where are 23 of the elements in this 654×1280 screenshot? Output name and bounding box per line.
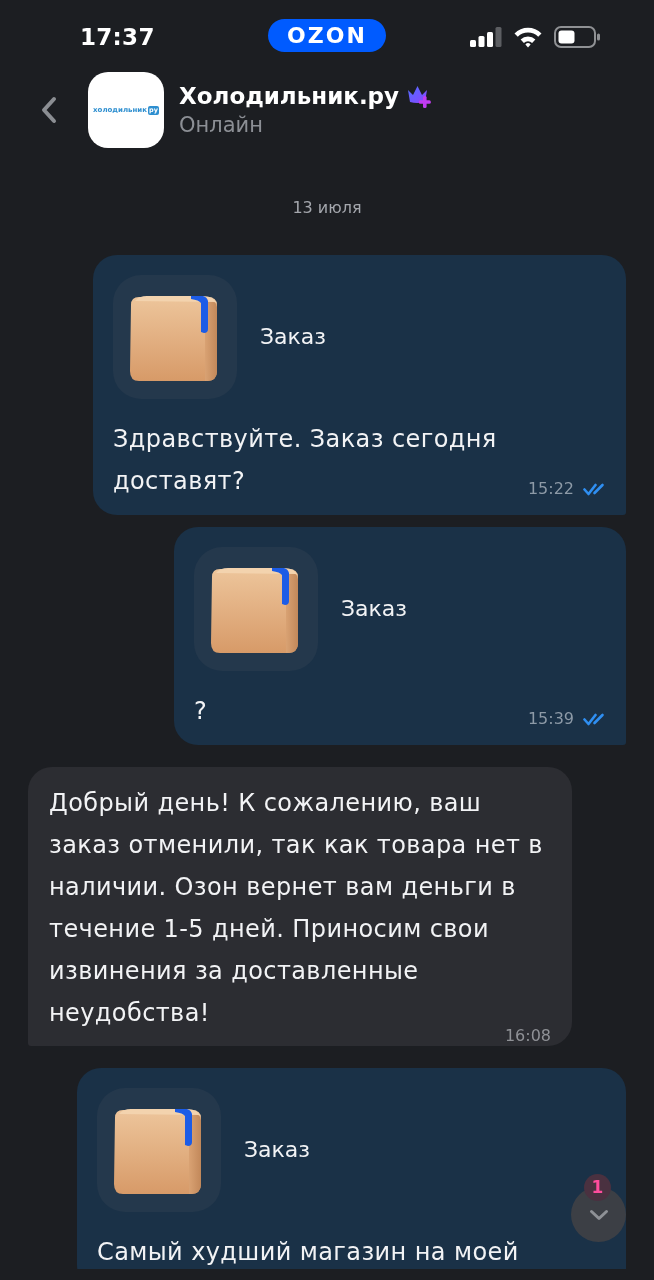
message-text: Самый худший магазин на моей [97, 1238, 519, 1266]
battery-icon [554, 26, 600, 48]
package-icon [97, 1088, 221, 1212]
status-time: 17:37 [80, 23, 155, 51]
order-title: Заказ [244, 1136, 311, 1164]
message-time: 15:22 [527, 480, 574, 498]
chat-name: Холодильник.ру [179, 82, 400, 111]
wifi-icon [513, 26, 543, 48]
package-icon [194, 547, 318, 671]
message-text: ? [194, 697, 208, 725]
online-status: Онлайн [179, 112, 263, 139]
date-separator: 13 июля [292, 197, 362, 219]
order-title: Заказ [260, 323, 327, 351]
signal-icon [470, 27, 502, 47]
message-text: Здравствуйте. Заказ сегодня доставят? [113, 425, 497, 495]
order-title: Заказ [341, 595, 408, 623]
message-text: Добрый день! К сожалению, ваш заказ отменили, так как товара нет в наличии. Озон вернет вам деньги в течение 1-5 дней. Приносим свои извинения за доставленные неудобства! [49, 789, 543, 1027]
package-icon [113, 275, 237, 399]
chevron-left-icon [41, 96, 57, 124]
chevron-down-icon [588, 1208, 609, 1221]
message-time: 16:08 [504, 1027, 551, 1045]
message-time: 15:39 [527, 710, 574, 728]
ozon-logo: OZON [268, 18, 386, 52]
